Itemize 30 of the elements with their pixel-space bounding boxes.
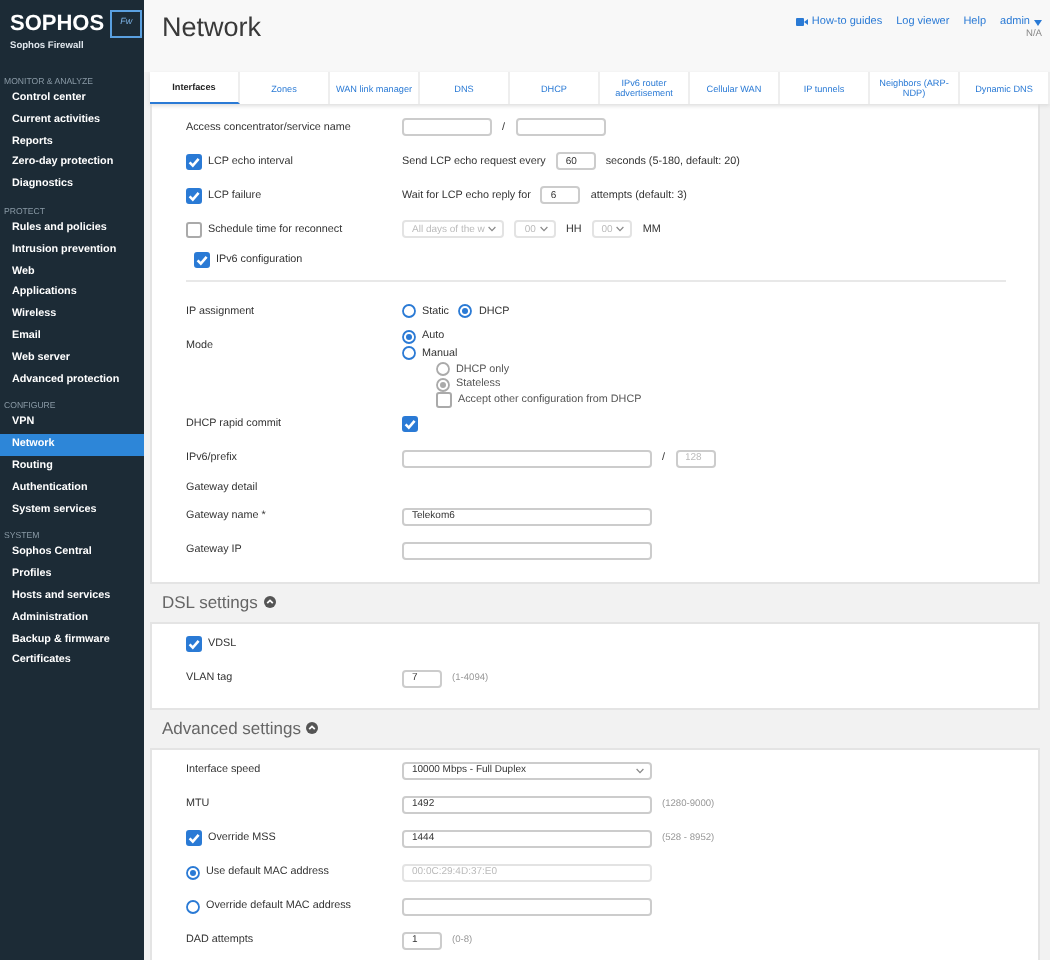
radio-button[interactable] <box>402 329 416 344</box>
video-icon <box>795 18 808 26</box>
checkbox[interactable] <box>186 221 202 237</box>
caret-icon <box>1034 19 1042 25</box>
radio-button[interactable] <box>186 899 200 913</box>
input-field[interactable] <box>402 541 652 559</box>
collapse-icon[interactable] <box>263 596 276 608</box>
checkbox[interactable] <box>186 187 202 203</box>
section-heading: Advanced settings <box>162 718 301 738</box>
input-field[interactable] <box>402 118 492 136</box>
chevron-icon <box>539 226 548 232</box>
radio-button[interactable] <box>402 304 416 318</box>
checkbox[interactable] <box>186 153 202 169</box>
input-field[interactable] <box>402 449 652 467</box>
sophos-logo: SOPHOS <box>10 12 105 36</box>
chevron-icon <box>488 226 497 232</box>
page-title: Network <box>162 12 262 44</box>
chevron-icon <box>616 226 625 232</box>
section-heading: DSL settings <box>162 592 258 612</box>
collapse-icon[interactable] <box>306 722 319 734</box>
radio-button[interactable] <box>458 304 473 318</box>
radio-button[interactable] <box>186 865 200 879</box>
chevron-icon <box>636 767 644 773</box>
checkbox[interactable] <box>194 251 210 267</box>
input-field[interactable] <box>402 897 652 915</box>
radio-button[interactable] <box>402 346 416 361</box>
checkbox[interactable] <box>186 636 202 652</box>
input-field[interactable] <box>515 118 605 136</box>
checkbox[interactable] <box>402 416 418 432</box>
checkbox[interactable] <box>186 830 202 846</box>
